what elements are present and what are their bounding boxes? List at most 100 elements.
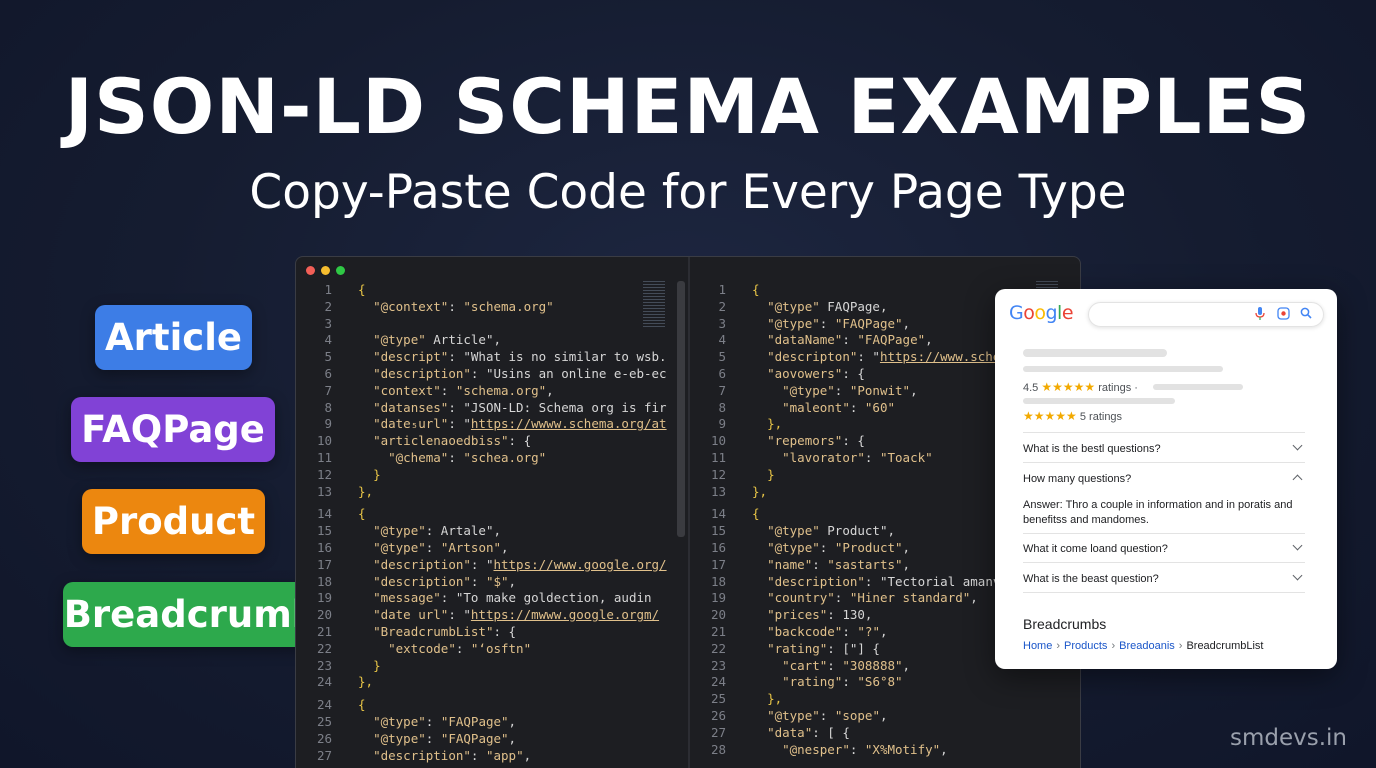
code-line: 15 "@type": Artale", <box>296 522 688 539</box>
code-line: 6 "description": "Usins an online e-eb-e… <box>296 365 688 382</box>
code-text: "@type": Artale", <box>373 523 502 539</box>
code-text: }, <box>358 483 374 499</box>
code-text: "extcode": "‘osftn" <box>388 640 532 656</box>
line-number: 19 <box>710 590 726 606</box>
line-number: 6 <box>718 366 726 381</box>
code-line: 24}, <box>296 673 688 690</box>
faq-answer: Answer: Thro a couple in information and… <box>1023 499 1293 526</box>
mic-icon[interactable] <box>1255 307 1265 325</box>
product-pill: Product <box>82 489 265 554</box>
line-number: 1 <box>324 282 332 297</box>
breadcrumb-breadoanis[interactable]: Breadoanis <box>1119 640 1175 652</box>
code-line: 4 "@type" Article", <box>296 331 688 348</box>
code-line: 25 "@type": "FAQPage", <box>296 713 688 730</box>
code-line: 27 "data": [ { <box>690 724 1080 741</box>
code-text: }, <box>358 674 374 690</box>
code-text: "name": "sastarts", <box>767 556 911 572</box>
code-line: 3 <box>296 315 688 332</box>
line-number: 9 <box>324 416 332 432</box>
line-number: 20 <box>316 607 332 623</box>
line-number: 12 <box>316 466 332 482</box>
line-number: 11 <box>710 450 726 465</box>
line-number: 2 <box>324 298 332 314</box>
code-text: "@type" FAQPage, <box>767 298 888 314</box>
code-text: "country": "Hiner standard", <box>767 590 978 606</box>
rating-row: 4.5 ★★★★★ ratings · <box>1023 380 1138 394</box>
code-text: "description": "Usins an online e-eb-ec <box>373 366 667 381</box>
code-text: "description": "app", <box>373 747 532 763</box>
code-text: "@nesper": "X%Motify", <box>782 741 948 757</box>
line-number: 22 <box>710 640 726 656</box>
faq-question-row[interactable]: What is the bestl questions? <box>1023 432 1305 462</box>
code-text: }, <box>752 483 768 499</box>
code-text: "rating": ["] { <box>767 640 880 656</box>
placeholder-bar <box>1023 366 1223 372</box>
code-text: } <box>767 466 775 482</box>
chevron-down-icon[interactable] <box>1292 440 1303 451</box>
faq-question-row[interactable]: How many questions? <box>1023 462 1305 492</box>
code-line: 10 "articlenaoedbiss": { <box>296 432 688 449</box>
line-number: 4 <box>718 332 726 348</box>
close-window-icon[interactable] <box>306 266 315 275</box>
code-text: "@type": "FAQPage", <box>767 315 911 331</box>
code-line: 8 "datanses": "JSON-LD: Schema org is fi… <box>296 399 688 416</box>
line-number: 7 <box>718 382 726 398</box>
code-line: 23 } <box>296 657 688 674</box>
code-text: "@type" Article", <box>373 332 502 348</box>
faq-question: What is the bestl questions? <box>1023 443 1161 455</box>
code-text: "@chema": "schea.org" <box>388 450 547 465</box>
faq-question-row[interactable]: What it come loand question? <box>1023 533 1305 563</box>
breadcrumb-products[interactable]: Products <box>1064 640 1107 652</box>
line-number: 23 <box>710 657 726 673</box>
code-text: "aovowers": { <box>767 366 865 381</box>
faq-question-row[interactable]: What is the beast question? <box>1023 562 1305 592</box>
code-line: 21 "BreadcrumbList": { <box>296 623 688 640</box>
breadcrumb-home[interactable]: Home <box>1023 640 1052 652</box>
breadcrumbs-title: Breadcrumbs <box>1023 616 1107 632</box>
line-number: 5 <box>324 349 332 365</box>
breadcrumb-current: BreadcrumbList <box>1186 640 1264 652</box>
chevron-down-icon[interactable] <box>1292 540 1303 551</box>
lens-icon[interactable] <box>1277 307 1290 324</box>
code-line: 28 "@nesper": "X%Motify", <box>690 741 1080 758</box>
line-number: 7 <box>324 382 332 398</box>
google-search-input[interactable] <box>1088 302 1324 327</box>
code-line: 26 "@type": "sope", <box>690 707 1080 724</box>
search-icon[interactable] <box>1300 307 1312 323</box>
line-number: 13 <box>316 483 332 499</box>
line-number: 19 <box>316 590 332 606</box>
line-number: 17 <box>710 556 726 572</box>
code-text: "articlenaoedbiss": { <box>373 433 532 449</box>
code-text: }, <box>767 691 783 707</box>
code-line: 27 "description": "app", <box>296 747 688 764</box>
code-pane-left[interactable]: 1 {2 "@context": "schema.org" 3 4 "@type" A… <box>296 279 688 768</box>
line-number: 16 <box>316 540 332 555</box>
code-text: { <box>358 506 366 522</box>
breadcrumb-separator: › <box>1056 640 1061 652</box>
star-rating-icon: ★★★★★ <box>1023 409 1077 423</box>
breadcrumb: Home › Products › Breadoanis › BreadcrumbList <box>1023 639 1263 653</box>
breadcrumb-separator: › <box>1111 640 1116 652</box>
chevron-up-icon[interactable] <box>1292 474 1303 485</box>
code-text: } <box>373 466 381 482</box>
code-text: "repemors": { <box>767 433 865 449</box>
line-number: 21 <box>316 624 332 639</box>
code-text: "@context": "schema.org" <box>373 298 554 314</box>
code-line: 5 "descript": "What is no similar to wsb… <box>296 348 688 365</box>
line-number: 28 <box>710 741 726 757</box>
maximize-window-icon[interactable] <box>336 266 345 275</box>
code-text: { <box>752 506 760 522</box>
code-text: "dataName": "FAQPage", <box>767 332 933 348</box>
code-line: 26 "@type": "FAQPage", <box>296 730 688 747</box>
code-text: { <box>752 282 760 297</box>
minimize-window-icon[interactable] <box>321 266 330 275</box>
code-text: }, <box>767 416 783 432</box>
chevron-down-icon[interactable] <box>1292 570 1303 581</box>
breadcrumb-separator: › <box>1178 640 1183 652</box>
line-number: 18 <box>316 573 332 589</box>
code-line: 16 "@type": "Artson", <box>296 539 688 556</box>
code-text: "backcode": "?", <box>767 624 888 639</box>
code-line: 11 "@chema": "schea.org" <box>296 449 688 466</box>
line-number: 18 <box>710 573 726 589</box>
code-text: "@type": "sope", <box>767 708 888 723</box>
